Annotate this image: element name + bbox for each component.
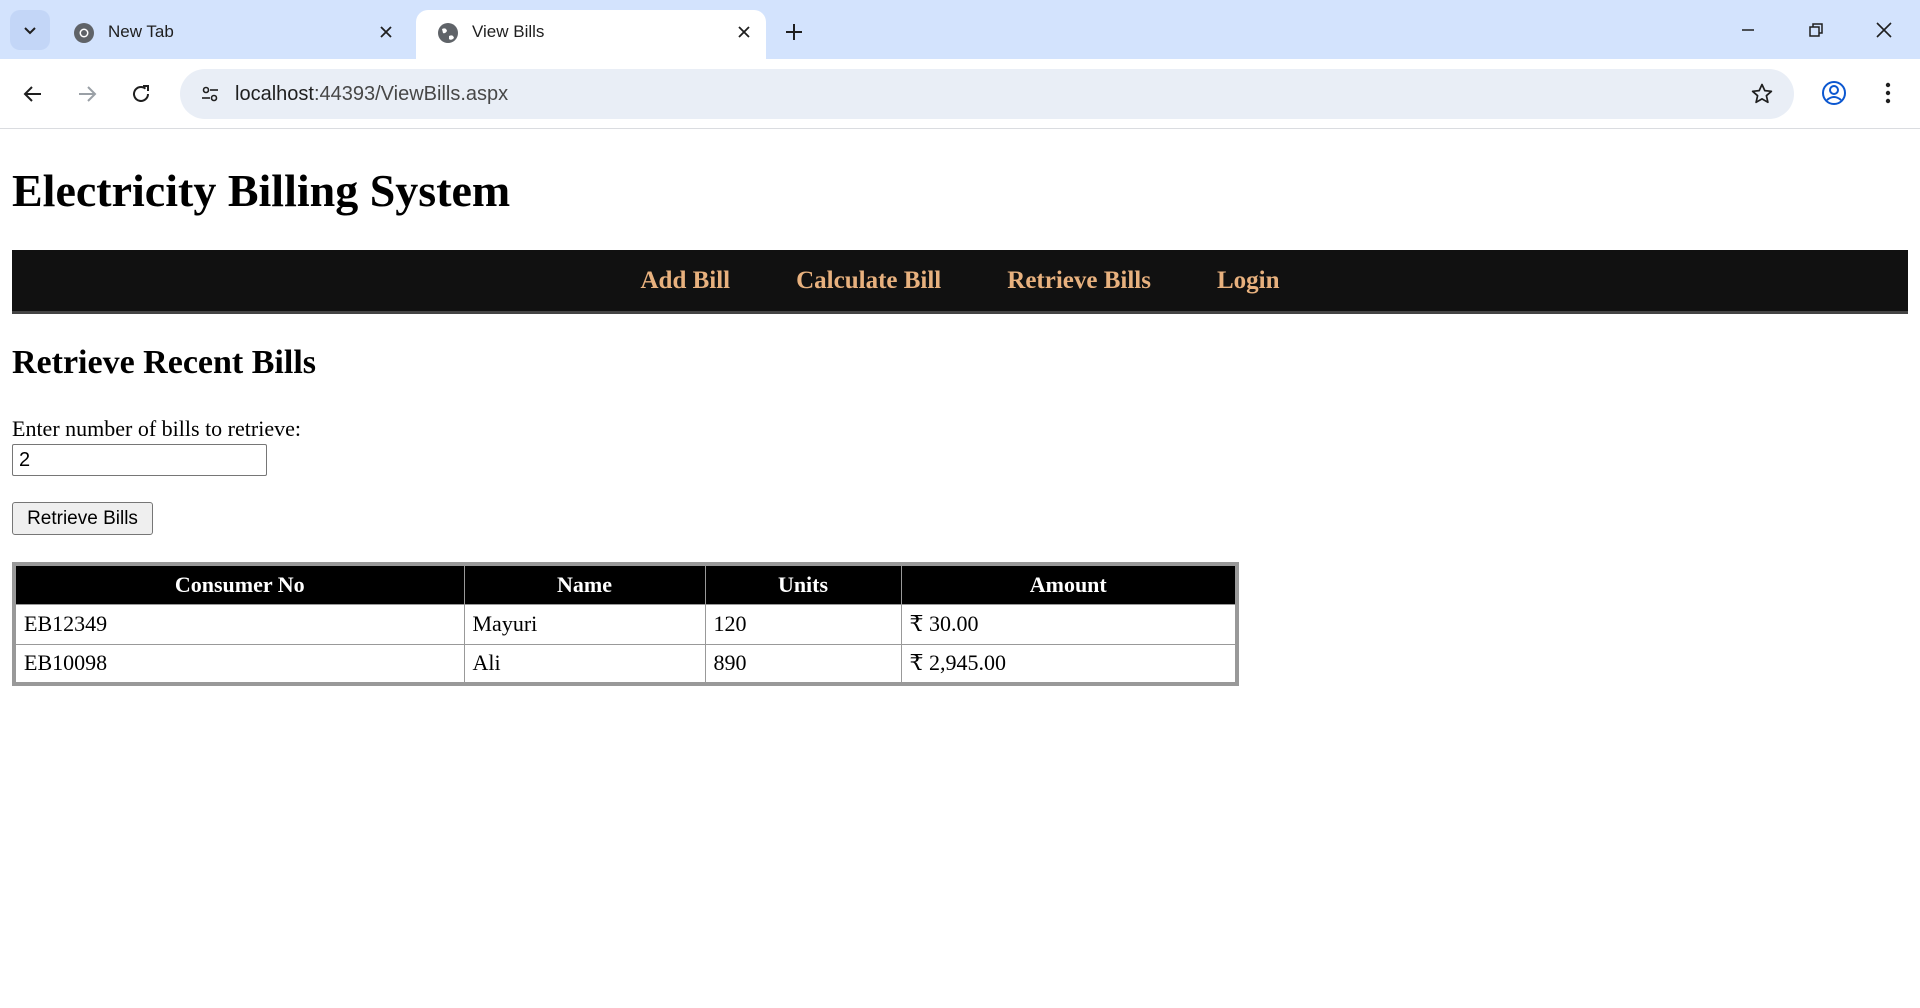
table-row: EB12349 Mayuri 120 ₹ 30.00 [13, 603, 1238, 645]
close-icon[interactable] [732, 20, 756, 44]
window-close-button[interactable] [1860, 8, 1908, 52]
address-bar[interactable]: localhost:44393/ViewBills.aspx [180, 69, 1794, 119]
bill-count-input[interactable] [12, 444, 267, 476]
cell-name: Ali [463, 643, 706, 685]
cell-units: 120 [704, 603, 902, 645]
bookmark-star-icon[interactable] [1748, 80, 1776, 108]
main-nav: Add Bill Calculate Bill Retrieve Bills L… [12, 250, 1908, 314]
close-icon [1876, 22, 1892, 38]
chevron-down-icon [24, 27, 36, 35]
chrome-icon [72, 21, 96, 45]
nav-link-add-bill[interactable]: Add Bill [608, 267, 764, 295]
column-header-units: Units [704, 563, 902, 605]
account-icon [1822, 81, 1846, 105]
site-title: Electricity Billing System [12, 165, 511, 216]
cell-consumer-no: EB12349 [13, 603, 465, 645]
globe-icon [436, 21, 460, 45]
restore-button[interactable] [1792, 8, 1840, 52]
column-header-name: Name [463, 563, 706, 605]
reload-button[interactable] [121, 74, 161, 114]
cell-amount: ₹ 30.00 [900, 603, 1238, 645]
more-vert-icon [1885, 82, 1891, 104]
minimize-button[interactable] [1724, 8, 1772, 52]
url-host: localhost [235, 83, 314, 105]
new-tab-button[interactable] [778, 16, 810, 48]
tab-title: View Bills [472, 22, 545, 41]
cell-name: Mayuri [463, 603, 706, 645]
arrow-right-icon [79, 86, 97, 102]
profile-button[interactable] [1816, 75, 1852, 111]
tab-new-tab[interactable]: New Tab [52, 10, 408, 59]
minimize-icon [1742, 29, 1754, 31]
cell-amount: ₹ 2,945.00 [900, 643, 1238, 685]
arrow-left-icon [23, 86, 41, 102]
section-title: Retrieve Recent Bills [12, 344, 316, 381]
url-path: :44393/ViewBills.aspx [313, 83, 509, 105]
tab-strip: New Tab View Bills [0, 0, 1920, 59]
forward-button[interactable] [67, 74, 107, 114]
plus-icon [786, 24, 802, 40]
reload-icon [133, 85, 149, 102]
back-button[interactable] [13, 74, 53, 114]
close-icon[interactable] [374, 20, 398, 44]
tab-view-bills[interactable]: View Bills [416, 10, 766, 59]
column-header-consumer-no: Consumer No [13, 563, 465, 605]
nav-link-calculate-bill[interactable]: Calculate Bill [763, 267, 974, 295]
cell-consumer-no: EB10098 [13, 643, 465, 685]
nav-link-login[interactable]: Login [1184, 267, 1313, 295]
retrieve-bills-button[interactable]: Retrieve Bills [12, 502, 153, 535]
table-row: EB10098 Ali 890 ₹ 2,945.00 [13, 643, 1238, 685]
table-header-row: Consumer No Name Units Amount [13, 563, 1238, 605]
tab-search-button[interactable] [10, 10, 50, 50]
bill-count-label: Enter number of bills to retrieve: [12, 416, 301, 441]
browser-toolbar: localhost:44393/ViewBills.aspx [0, 59, 1920, 129]
url-text: localhost:44393/ViewBills.aspx [235, 83, 508, 106]
tab-title: New Tab [108, 22, 174, 41]
browser-chrome: New Tab View Bills localhost:44393/ViewB… [0, 0, 1920, 129]
column-header-amount: Amount [900, 563, 1238, 605]
site-info-icon[interactable] [194, 78, 226, 110]
bills-table: Consumer No Name Units Amount EB12349 Ma… [12, 562, 1239, 686]
nav-link-retrieve-bills[interactable]: Retrieve Bills [974, 267, 1184, 295]
cell-units: 890 [704, 643, 902, 685]
browser-menu-button[interactable] [1870, 75, 1906, 111]
page-content: Electricity Billing System Add Bill Calc… [0, 130, 1920, 1008]
restore-icon [1809, 23, 1823, 37]
